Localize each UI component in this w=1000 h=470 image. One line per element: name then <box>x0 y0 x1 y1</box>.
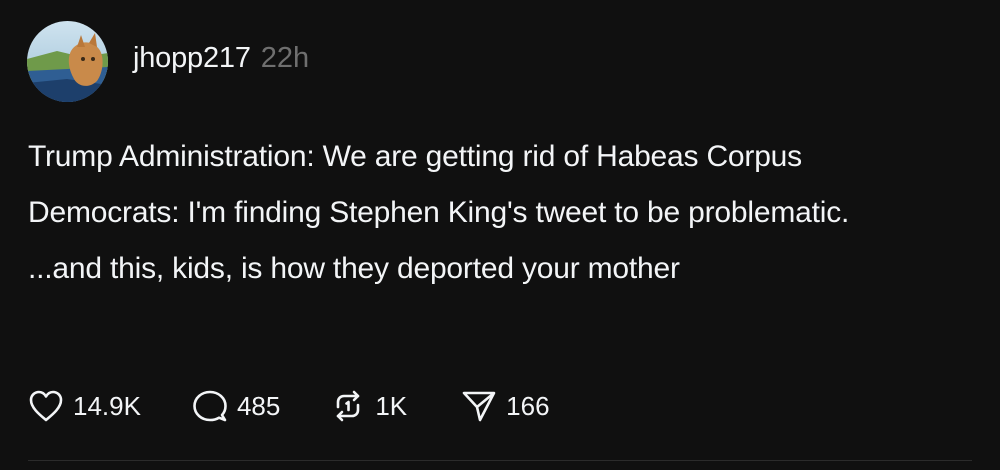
post-paragraph: Trump Administration: We are getting rid… <box>28 140 802 173</box>
comment-bubble-icon <box>192 389 228 423</box>
avatar-photo <box>27 21 108 102</box>
user-avatar[interactable] <box>27 21 108 102</box>
post-card: jhopp217 22h Trump Administration: We ar… <box>0 0 1000 470</box>
username[interactable]: jhopp217 <box>133 42 251 75</box>
repost-button[interactable]: 1K <box>330 389 407 423</box>
reply-button[interactable]: 485 <box>192 389 280 423</box>
repost-count: 1K <box>375 390 408 421</box>
repost-icon <box>330 389 366 423</box>
post-body: Trump Administration: We are getting rid… <box>28 136 958 304</box>
divider <box>28 460 972 461</box>
heart-icon <box>28 389 64 423</box>
post-paragraph: Democrats: I'm finding Stephen King's tw… <box>28 196 850 229</box>
post-paragraph: ...and this, kids, is how they deported … <box>28 252 680 285</box>
share-button[interactable]: 166 <box>461 389 550 423</box>
share-count: 166 <box>506 390 550 421</box>
like-count: 14.9K <box>73 390 141 421</box>
post-header: jhopp217 22h <box>133 42 309 75</box>
like-button[interactable]: 14.9K <box>28 389 141 423</box>
post-timestamp: 22h <box>260 42 310 74</box>
post-actions: 14.9K 485 1K 166 <box>28 386 550 426</box>
reply-count: 485 <box>236 390 281 421</box>
send-icon <box>461 389 497 423</box>
